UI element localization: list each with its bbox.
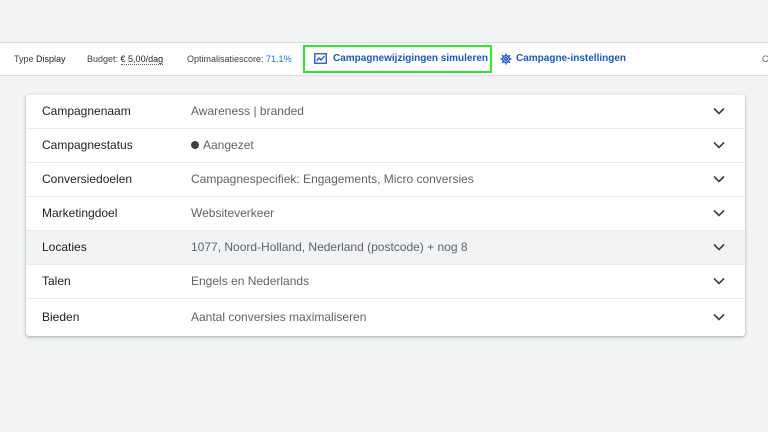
type-value: Display xyxy=(36,54,66,64)
setting-row-marketing-goal[interactable]: Marketingdoel Websiteverkeer xyxy=(26,197,745,231)
simulate-changes-label: Campagnewijzigingen simuleren xyxy=(333,53,489,64)
gear-icon xyxy=(500,53,512,65)
status-dot xyxy=(191,141,199,149)
setting-row-conversion-goals[interactable]: Conversiedoelen Campagnespecifiek: Engag… xyxy=(26,163,745,197)
score-label: Optimalisatiescore: xyxy=(187,54,264,64)
chevron-down-icon[interactable] xyxy=(713,141,725,149)
chevron-down-icon[interactable] xyxy=(713,313,725,321)
setting-label: Talen xyxy=(42,274,71,288)
setting-row-campaign-name[interactable]: Campagnenaam Awareness | branded xyxy=(26,95,745,129)
setting-value-status: Aangezet xyxy=(191,129,254,162)
setting-row-bidding[interactable]: Bieden Aantal conversies maximaliseren xyxy=(26,299,745,336)
setting-value: Engels en Nederlands xyxy=(191,274,310,288)
chevron-down-icon[interactable] xyxy=(713,209,725,217)
setting-row-languages[interactable]: Talen Engels en Nederlands xyxy=(26,265,745,299)
truncated-toolbar-item[interactable]: C xyxy=(762,43,768,75)
setting-label: Conversiedoelen xyxy=(42,172,133,186)
setting-label: Marketingdoel xyxy=(42,206,118,220)
campaign-toolbar: Type Display Budget: € 5,00/dag Optimali… xyxy=(0,42,768,76)
setting-row-campaign-status[interactable]: Campagnestatus Aangezet xyxy=(26,129,745,163)
chevron-down-icon[interactable] xyxy=(713,175,725,183)
type-label: Type xyxy=(14,54,34,64)
setting-label: Locaties xyxy=(42,240,87,254)
score-value[interactable]: 71,1% xyxy=(266,54,292,64)
setting-value: Campagnespecifiek: Engagements, Micro co… xyxy=(191,172,474,186)
setting-label: Campagnestatus xyxy=(42,138,133,152)
chevron-down-icon[interactable] xyxy=(713,277,725,285)
top-strip xyxy=(0,0,768,42)
chevron-down-icon[interactable] xyxy=(713,243,725,251)
setting-value: Awareness | branded xyxy=(191,104,304,118)
campaign-settings-label: Campagne-instellingen xyxy=(516,53,627,64)
budget-label: Budget: xyxy=(87,54,119,64)
campaign-settings-button[interactable]: Campagne-instellingen xyxy=(500,43,626,75)
setting-label: Bieden xyxy=(42,310,80,324)
campaign-budget: Budget: € 5,00/dag xyxy=(87,43,164,75)
simulate-changes-button[interactable]: Campagnewijzigingen simuleren xyxy=(303,45,492,73)
chevron-down-icon[interactable] xyxy=(713,107,725,115)
optimization-score: Optimalisatiescore: 71,1% xyxy=(187,43,292,75)
setting-label: Campagnenaam xyxy=(42,104,131,118)
line-chart-icon xyxy=(314,53,327,64)
setting-value: 1077, Noord-Holland, Nederland (postcode… xyxy=(191,240,468,254)
setting-value: Websiteverkeer xyxy=(191,206,275,220)
setting-row-locations[interactable]: Locaties 1077, Noord-Holland, Nederland … xyxy=(26,231,745,265)
setting-value: Aantal conversies maximaliseren xyxy=(191,310,367,324)
campaign-type: Type Display xyxy=(14,43,66,75)
status-text: Aangezet xyxy=(203,138,254,152)
budget-value[interactable]: € 5,00/dag xyxy=(120,54,164,65)
campaign-settings-panel: Campagnenaam Awareness | branded Campagn… xyxy=(26,95,745,336)
